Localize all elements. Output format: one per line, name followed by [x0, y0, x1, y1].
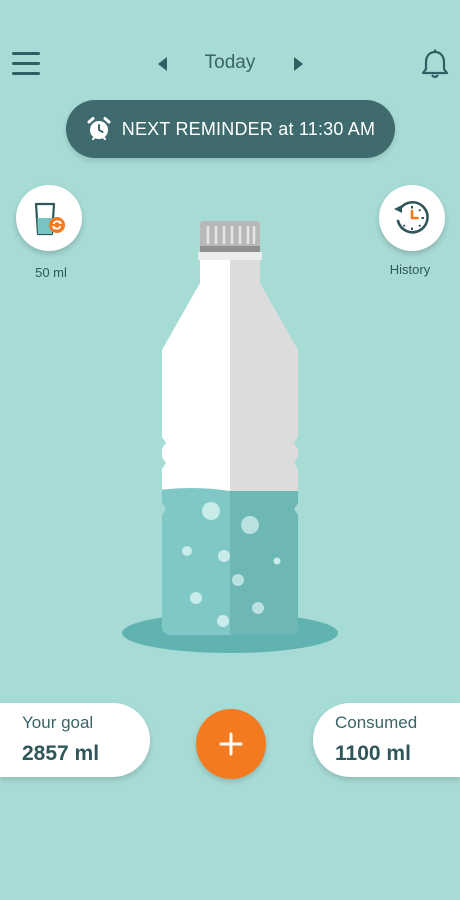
- consumed-card[interactable]: Consumed 1100 ml: [313, 703, 460, 777]
- next-day-button[interactable]: [292, 54, 306, 74]
- menu-button[interactable]: [12, 52, 40, 76]
- history-button[interactable]: [379, 185, 445, 251]
- menu-line: [12, 62, 40, 65]
- water-bottle-illustration: [112, 215, 348, 660]
- previous-day-button[interactable]: [155, 54, 169, 74]
- date-label: Today: [204, 52, 256, 73]
- plus-icon: [219, 732, 243, 756]
- alarm-clock-icon: [87, 117, 111, 141]
- reminder-text: NEXT REMINDER at 11:30 AM: [121, 118, 376, 139]
- add-water-button[interactable]: [196, 709, 266, 779]
- consumed-title: Consumed: [335, 713, 418, 732]
- cup-size-label: 50 ml: [35, 265, 67, 280]
- goal-value: 2857 ml: [22, 742, 100, 765]
- goal-title: Your goal: [22, 713, 94, 732]
- bell-icon: [421, 49, 449, 79]
- notifications-button[interactable]: [420, 48, 450, 80]
- menu-line: [12, 52, 40, 55]
- consumed-value: 1100 ml: [335, 742, 411, 765]
- goal-card[interactable]: Your goal 2857 ml: [0, 703, 150, 777]
- menu-line: [12, 72, 40, 75]
- chevron-left-icon: [158, 57, 167, 71]
- history-clock-icon: [394, 200, 429, 234]
- history-label: History: [389, 262, 431, 277]
- next-reminder-banner[interactable]: NEXT REMINDER at 11:30 AM: [66, 100, 395, 158]
- cup-size-button[interactable]: [16, 185, 82, 251]
- chevron-right-icon: [294, 57, 303, 71]
- glass-refresh-icon: [34, 202, 65, 236]
